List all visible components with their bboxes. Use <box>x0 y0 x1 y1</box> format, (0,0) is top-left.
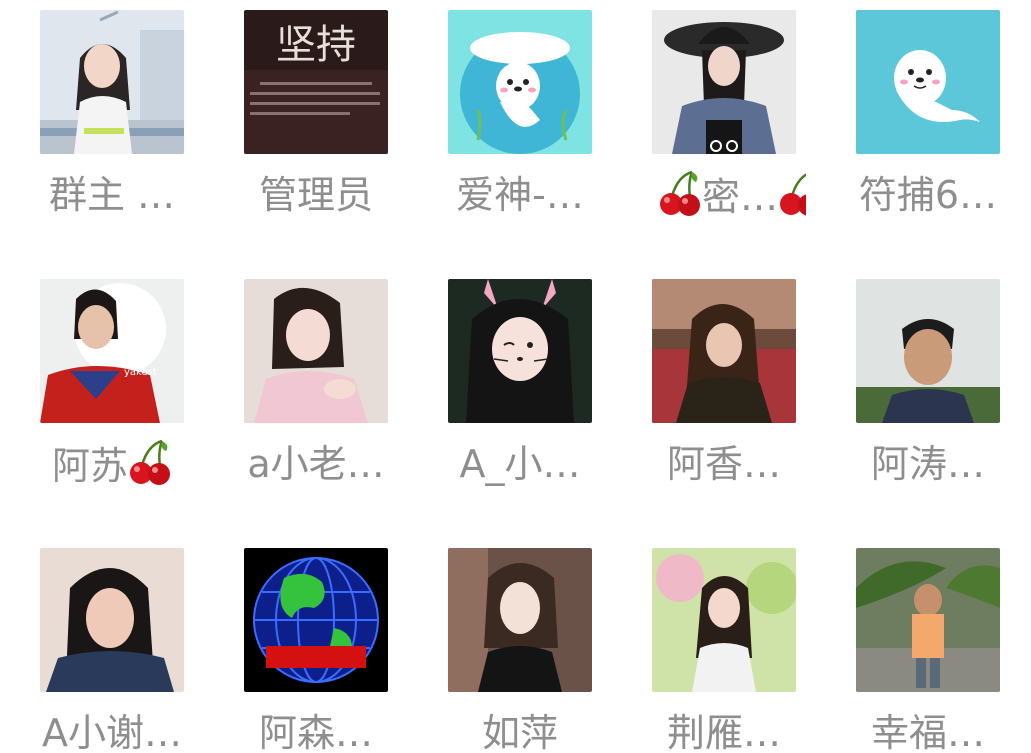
member-item[interactable]: 坚持 管理员 <box>244 10 434 240</box>
member-name-text: 密… <box>702 175 779 219</box>
member-item[interactable]: A小谢… <box>40 548 230 753</box>
member-name: A小谢… <box>42 711 182 753</box>
cherry-emoji-icon <box>658 170 702 216</box>
member-item[interactable]: 符捕6… <box>856 10 1031 240</box>
member-name: 幸福… <box>870 711 985 753</box>
avatar[interactable] <box>856 10 1000 154</box>
member-name: a小老… <box>247 442 385 486</box>
avatar[interactable]: yakest <box>40 279 184 423</box>
avatar[interactable] <box>448 548 592 692</box>
avatar[interactable] <box>652 10 796 154</box>
avatar[interactable] <box>40 10 184 154</box>
member-item[interactable]: 爱神-… <box>448 10 638 240</box>
member-name: 群主 … <box>48 173 176 217</box>
member-name: 阿森… <box>258 711 373 753</box>
avatar[interactable] <box>40 548 184 692</box>
member-name: 密… <box>658 170 806 222</box>
member-name: 符捕6… <box>858 173 998 217</box>
avatar[interactable] <box>244 279 388 423</box>
avatar[interactable] <box>652 279 796 423</box>
cherry-emoji-icon <box>778 170 806 216</box>
globe-icon <box>244 548 388 692</box>
member-name: 阿香… <box>666 442 781 486</box>
member-name: 阿苏 <box>22 439 202 491</box>
member-item[interactable]: 幸福… <box>856 548 1031 753</box>
member-name: 如萍 <box>481 711 558 753</box>
member-item[interactable]: 群主 … <box>40 10 230 240</box>
avatar[interactable] <box>448 279 592 423</box>
avatar[interactable] <box>652 548 796 692</box>
avatar[interactable] <box>856 548 1000 692</box>
member-item[interactable]: 阿森… <box>244 548 434 753</box>
member-item[interactable]: 荆雁… <box>652 548 842 753</box>
cherry-emoji-icon <box>128 439 172 485</box>
poster-title: 坚持 <box>276 22 356 68</box>
member-name: A_小… <box>459 442 581 486</box>
avatar[interactable] <box>856 279 1000 423</box>
member-item[interactable]: 阿香… <box>652 279 842 509</box>
member-name: 荆雁… <box>666 711 781 753</box>
member-item[interactable]: 密… <box>652 10 842 240</box>
member-name: 管理员 <box>258 173 373 217</box>
member-name: 阿涛… <box>870 442 985 486</box>
avatar[interactable] <box>448 10 592 154</box>
group-members-grid: 群主 … 坚持 管理员 爱神-… 密… 符捕6… yakest 阿苏 a小老… … <box>0 0 1031 753</box>
member-item[interactable]: a小老… <box>244 279 434 509</box>
member-item[interactable]: yakest 阿苏 <box>40 279 230 509</box>
member-name: 爱神-… <box>456 173 584 217</box>
member-item[interactable]: A_小… <box>448 279 638 509</box>
avatar[interactable] <box>244 548 388 692</box>
avatar[interactable]: 坚持 <box>244 10 388 154</box>
svg-text:yakest: yakest <box>124 367 157 378</box>
member-name-text: 阿苏 <box>51 444 128 488</box>
member-item[interactable]: 阿涛… <box>856 279 1031 509</box>
member-item[interactable]: 如萍 <box>448 548 638 753</box>
